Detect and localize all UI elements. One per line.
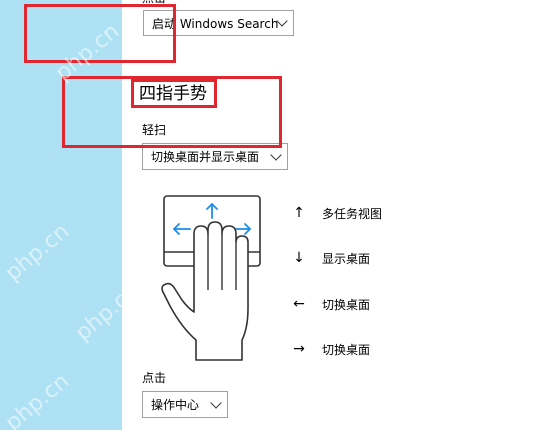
gesture-row-left: ← 切换桌面 [292, 295, 370, 313]
gesture-row-right: → 切换桌面 [292, 340, 370, 358]
gesture-label: 显示桌面 [322, 251, 371, 266]
chevron-down-icon [210, 396, 222, 409]
four-finger-tap-dropdown[interactable]: 操作中心 [142, 391, 228, 418]
chevron-down-icon [270, 148, 282, 161]
gesture-label: 切换桌面 [322, 297, 371, 312]
four-finger-gesture-illustration [161, 195, 261, 361]
gesture-row-down: ↓ 显示桌面 [292, 249, 370, 267]
gesture-label: 多任务视图 [322, 206, 383, 221]
gesture-row-up: ↑ 多任务视图 [292, 204, 382, 222]
arrow-left-icon: ← [293, 296, 305, 312]
arrow-right-icon: → [293, 341, 305, 357]
dropdown-value: 切换桌面并显示桌面 [151, 150, 260, 164]
gesture-label: 切换桌面 [322, 342, 371, 357]
tap-label: 点击 [142, 371, 167, 385]
highlight-box [24, 4, 176, 63]
highlight-box-heading [131, 79, 217, 108]
left-sidebar [0, 0, 122, 430]
arrow-up-icon: ↑ [293, 205, 305, 221]
dropdown-value: 操作中心 [151, 398, 200, 412]
arrow-down-icon: ↓ [293, 250, 305, 266]
